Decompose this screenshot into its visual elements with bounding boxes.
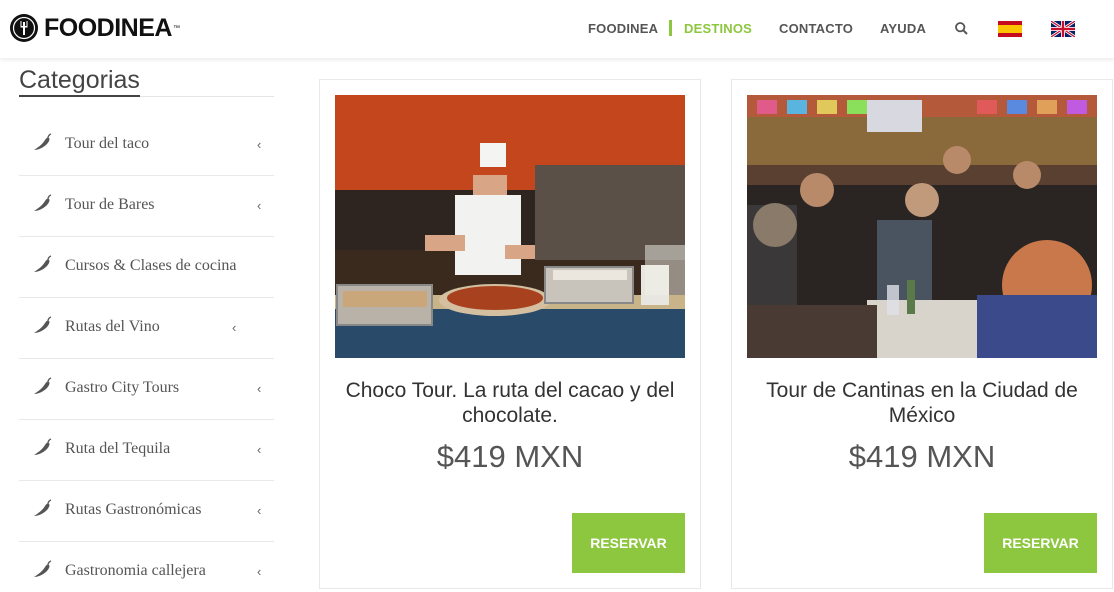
tour-photo-churros[interactable] xyxy=(335,95,685,358)
tour-title[interactable]: Choco Tour. La ruta del cacao y del choc… xyxy=(330,378,690,428)
nav-destinos[interactable]: DESTINOS xyxy=(684,21,752,36)
uk-flag-icon[interactable] xyxy=(1050,19,1076,39)
chili-pepper-icon xyxy=(31,497,53,524)
category-item[interactable]: Rutas del Vino ‹ xyxy=(19,298,274,359)
chevron-left-icon[interactable]: ‹ xyxy=(257,137,261,152)
category-item[interactable]: Rutas Gastronómicas ‹ xyxy=(19,481,274,542)
search-icon[interactable] xyxy=(955,22,968,40)
category-item[interactable]: Gastro City Tours ‹ xyxy=(19,359,274,420)
chili-pepper-icon xyxy=(31,375,53,402)
category-item[interactable]: Tour de Bares ‹ xyxy=(19,176,274,237)
category-label: Gastro City Tours xyxy=(65,379,180,396)
categories-heading-underline xyxy=(19,95,140,97)
categories-heading: Categorias xyxy=(19,66,140,94)
reserve-button[interactable]: RESERVAR xyxy=(572,513,685,573)
chevron-left-icon[interactable]: ‹ xyxy=(257,381,261,396)
chili-pepper-icon xyxy=(31,558,53,585)
category-label: Cursos & Clases de cocina xyxy=(65,257,237,274)
category-item[interactable]: Ruta del Tequila ‹ xyxy=(19,420,274,481)
category-list: Tour del taco ‹ Tour de Bares ‹ Cursos &… xyxy=(19,115,274,592)
nav-foodinea[interactable]: FOODINEA xyxy=(588,21,658,36)
category-item[interactable]: Tour del taco ‹ xyxy=(19,115,274,176)
category-item[interactable]: Gastronomia callejera ‹ xyxy=(19,542,274,592)
category-label: Gastronomia callejera xyxy=(65,562,206,579)
reserve-button[interactable]: RESERVAR xyxy=(984,513,1097,573)
site-header: FOODINEA ™ FOODINEA DESTINOS CONTACTO AY… xyxy=(0,0,1114,58)
chili-pepper-icon xyxy=(31,131,53,158)
tour-photo-cantina[interactable] xyxy=(747,95,1097,358)
tour-card: Tour de Cantinas en la Ciudad de México … xyxy=(731,79,1113,589)
category-label: Rutas Gastronómicas xyxy=(65,501,202,518)
chevron-left-icon[interactable]: ‹ xyxy=(257,503,261,518)
spanish-flag-icon[interactable] xyxy=(998,21,1022,37)
chili-pepper-icon xyxy=(31,314,53,341)
category-label: Rutas del Vino xyxy=(65,318,160,335)
chili-pepper-icon xyxy=(31,436,53,463)
chevron-left-icon[interactable]: ‹ xyxy=(257,442,261,457)
tour-price: $419 MXN xyxy=(848,439,996,474)
main-nav: FOODINEA DESTINOS CONTACTO AYUDA xyxy=(0,0,1114,58)
nav-active-indicator xyxy=(669,20,672,36)
category-label: Ruta del Tequila xyxy=(65,440,171,457)
chevron-left-icon[interactable]: ‹ xyxy=(257,198,261,213)
tour-card: Choco Tour. La ruta del cacao y del choc… xyxy=(319,79,701,589)
chevron-left-icon[interactable]: ‹ xyxy=(257,564,261,579)
chili-pepper-icon xyxy=(31,192,53,219)
category-label: Tour de Bares xyxy=(65,196,155,213)
tour-price: $419 MXN xyxy=(436,439,584,474)
category-item[interactable]: Cursos & Clases de cocina xyxy=(19,237,274,298)
chili-pepper-icon xyxy=(31,253,53,280)
tour-title[interactable]: Tour de Cantinas en la Ciudad de México xyxy=(742,378,1102,428)
category-label: Tour del taco xyxy=(65,135,150,152)
chevron-left-icon[interactable]: ‹ xyxy=(232,320,236,335)
nav-contacto[interactable]: CONTACTO xyxy=(779,21,853,36)
nav-ayuda[interactable]: AYUDA xyxy=(880,21,926,36)
